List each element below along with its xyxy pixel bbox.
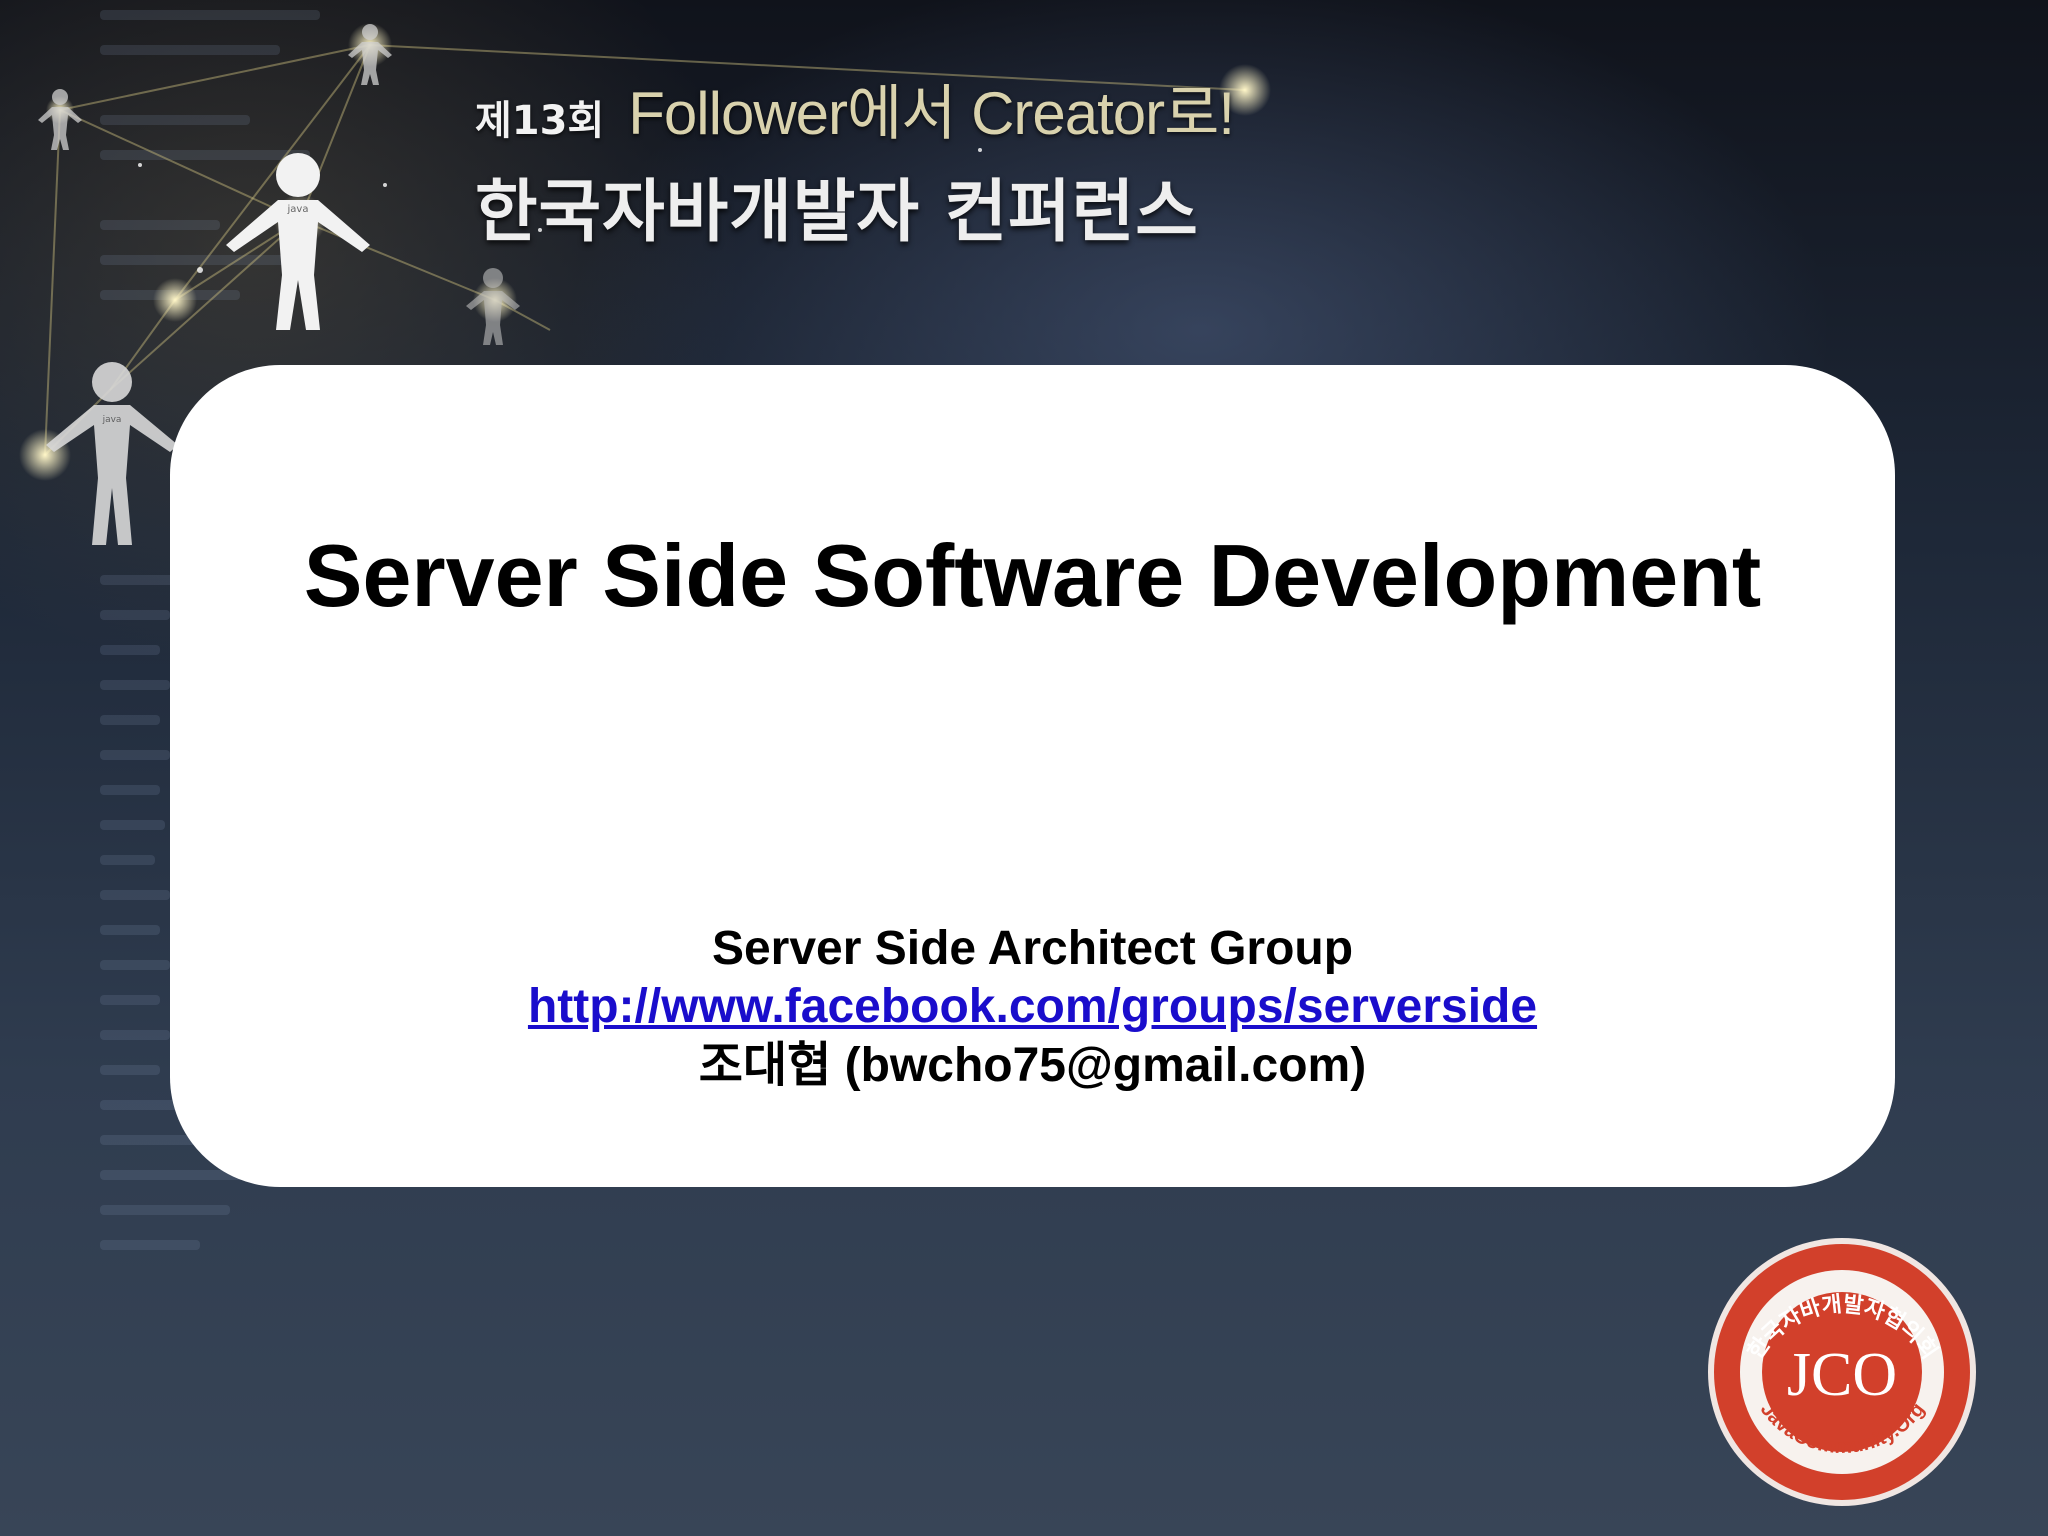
title-card: Server Side Software Development Server …	[170, 365, 1895, 1187]
presenter-email: (bwcho75@gmail.com)	[844, 1039, 1367, 1092]
group-name: Server Side Architect Group	[711, 922, 1354, 975]
person-figure-small	[466, 268, 520, 345]
conference-tagline: Follower에서 Creator로!	[628, 80, 1235, 147]
slide-title: Server Side Software Development	[303, 526, 1762, 625]
presenter-name: 조대협	[698, 1037, 832, 1093]
presenter-line: 조대협 (bwcho75@gmail.com)	[170, 1036, 1895, 1095]
person-figure-small	[38, 89, 82, 150]
conference-header: 제13회 Follower에서 Creator로! 한국자바개발자 컨퍼런스	[475, 65, 1235, 255]
person-figure-large: java	[226, 153, 370, 330]
presenter-info: Server Side Architect Group http://www.f…	[170, 920, 1895, 1095]
group-link[interactable]: http://www.facebook.com/groups/serversid…	[528, 980, 1537, 1033]
svg-text:java: java	[102, 415, 122, 425]
edition-label: 제13회	[475, 98, 605, 144]
jco-logo: 한국자바개발자협의회 JavaCommunity.Org JCO	[1708, 1238, 1976, 1506]
svg-text:java: java	[287, 204, 309, 215]
logo-monogram: JCO	[1787, 1341, 1897, 1409]
slide: java java 제13회 Follower에서 Creator로! 한국자바…	[0, 0, 2048, 1536]
edition-line: 제13회 Follower에서 Creator로!	[475, 65, 1235, 152]
conference-name: 한국자바개발자 컨퍼런스	[475, 173, 1199, 252]
